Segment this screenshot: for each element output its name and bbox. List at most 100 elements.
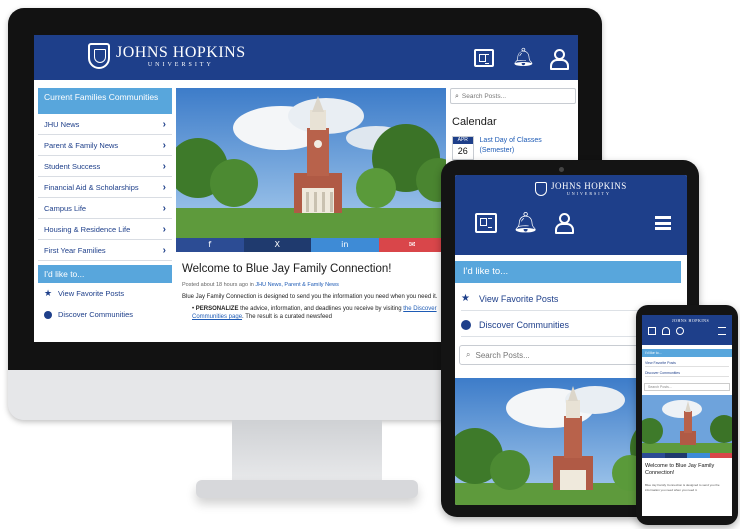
like-to-heading: I'd like to... xyxy=(455,261,681,283)
facebook-share-button[interactable] xyxy=(642,453,665,458)
user-icon[interactable] xyxy=(548,49,569,70)
like-to-heading: I'd like to... xyxy=(642,349,732,357)
like-item-label: View Favorite Posts xyxy=(58,289,125,298)
post-bullet: • PERSONALIZE the advice, information, a… xyxy=(192,306,437,320)
like-to-heading: I'd like to... xyxy=(38,265,172,283)
news-icon[interactable] xyxy=(475,213,497,233)
device-mockup-scene: JOHNS HOPKINS UNIVERSITY 🔔︎ Current Fami… xyxy=(0,0,740,529)
compass-icon xyxy=(44,310,52,319)
campus-clock-tower-image xyxy=(642,395,732,453)
linkedin-share-button[interactable] xyxy=(687,453,710,458)
event-day: 26 xyxy=(457,146,468,156)
post-intro: Blue Jay Family Connection is designed t… xyxy=(645,483,720,492)
main-content: f X in ✉ Welcome to Blue Jay Family Conn… xyxy=(176,88,446,342)
discover-communities-link[interactable]: Discover Communities xyxy=(645,369,729,377)
sidebar-item-student-success[interactable]: Student Success › xyxy=(38,156,172,177)
phone-header: JOHNS HOPKINS xyxy=(642,315,732,345)
search-input[interactable]: Search Posts... xyxy=(644,383,730,391)
post-title[interactable]: Welcome to Blue Jay Family Connection! xyxy=(645,463,729,477)
bullet-bold: PERSONALIZE xyxy=(195,306,239,312)
brand-name: JOHNS HOPKINS xyxy=(551,181,627,191)
chevron-right-icon: › xyxy=(162,118,166,130)
university-logo[interactable]: JOHNS HOPKINS UNIVERSITY xyxy=(88,43,246,69)
search-input[interactable]: ⌕ Search Posts... xyxy=(450,88,576,104)
email-share-button[interactable] xyxy=(709,453,732,458)
sidebar-item-label: Campus Life xyxy=(44,203,87,213)
tablet-header: JOHNS HOPKINS UNIVERSITY 🔔︎ xyxy=(455,175,687,255)
hero-image xyxy=(176,88,446,238)
shield-icon xyxy=(88,43,110,69)
share-bar xyxy=(642,453,732,458)
sidebar-heading: Current Families Communities xyxy=(38,88,172,114)
bell-icon[interactable] xyxy=(662,327,670,335)
email-share-button[interactable]: ✉ xyxy=(378,238,446,252)
like-item-label: Discover Communities xyxy=(58,310,134,319)
chevron-right-icon: › xyxy=(162,139,166,151)
sidebar-item-first-year-families[interactable]: First Year Families › xyxy=(38,240,172,261)
brand-sub: UNIVERSITY xyxy=(566,191,611,196)
twitter-share-button[interactable]: X xyxy=(243,238,311,252)
sidebar-item-label: Parent & Family News xyxy=(44,140,119,150)
sidebar-item-label: First Year Families xyxy=(44,245,106,255)
bell-icon[interactable]: 🔔︎ xyxy=(512,49,535,67)
calendar-event[interactable]: APR 26 Last Day of Classes (Semester) xyxy=(452,136,576,160)
chevron-right-icon: › xyxy=(162,181,166,193)
brand-sub: UNIVERSITY xyxy=(147,61,214,68)
view-favorite-posts-link[interactable]: ★ View Favorite Posts xyxy=(38,283,172,304)
post-category-links[interactable]: JHU News, Parent & Family News xyxy=(255,282,338,288)
sidebar-item-label: Financial Aid & Scholarships xyxy=(44,182,139,192)
site-header: JOHNS HOPKINS UNIVERSITY 🔔︎ xyxy=(34,35,578,80)
sidebar-item-label: Student Success xyxy=(44,161,101,171)
view-favorite-posts-link[interactable]: View Favorite Posts xyxy=(645,359,729,367)
star-icon: ★ xyxy=(461,293,470,304)
event-date-badge: APR 26 xyxy=(452,136,474,160)
post-intro: Blue Jay Family Connection is designed t… xyxy=(182,294,438,300)
tablet-logo[interactable]: JOHNS HOPKINS UNIVERSITY xyxy=(535,181,627,196)
search-placeholder: Search Posts... xyxy=(461,92,506,100)
tablet-camera xyxy=(559,167,564,172)
news-icon[interactable] xyxy=(474,49,494,67)
campus-clock-tower-image xyxy=(176,88,446,238)
post-meta-text: Posted about 18 hours ago in xyxy=(182,282,254,288)
facebook-share-button[interactable]: f xyxy=(176,238,244,252)
chevron-right-icon: › xyxy=(162,223,166,235)
post-meta: Posted about 18 hours ago in JHU News, P… xyxy=(182,282,446,288)
twitter-share-button[interactable] xyxy=(664,453,687,458)
bell-icon[interactable]: 🔔︎ xyxy=(513,212,538,233)
discover-communities-link[interactable]: Discover Communities xyxy=(38,304,172,325)
user-icon[interactable] xyxy=(553,213,575,234)
news-icon[interactable] xyxy=(648,327,656,335)
sidebar: Current Families Communities JHU News › P… xyxy=(38,88,172,342)
share-bar: f X in ✉ xyxy=(176,238,446,252)
hero-image xyxy=(642,395,732,453)
event-title[interactable]: Last Day of Classes (Semester) xyxy=(480,136,576,160)
chevron-right-icon: › xyxy=(162,160,166,172)
search-icon: ⌕ xyxy=(455,91,459,100)
event-month: APR xyxy=(453,137,473,144)
phone-brand[interactable]: JOHNS HOPKINS xyxy=(672,318,709,323)
brand-name: JOHNS HOPKINS xyxy=(116,43,246,61)
sidebar-item-parent-family-news[interactable]: Parent & Family News › xyxy=(38,135,172,156)
imac-stand-base xyxy=(196,480,418,498)
linkedin-share-button[interactable]: in xyxy=(311,238,379,252)
sidebar-item-financial-aid[interactable]: Financial Aid & Scholarships › xyxy=(38,177,172,198)
chevron-right-icon: › xyxy=(162,202,166,214)
sidebar-item-jhu-news[interactable]: JHU News › xyxy=(38,114,172,135)
sidebar-item-label: JHU News xyxy=(44,119,80,129)
bullet-text: the advice, information, and deadlines y… xyxy=(238,306,404,312)
hamburger-menu-icon[interactable] xyxy=(718,327,726,335)
apple-logo-icon xyxy=(292,380,324,414)
phone-screen: JOHNS HOPKINS I'd like to... View Favori… xyxy=(642,315,732,516)
search-icon: ⌕ xyxy=(466,350,471,359)
sidebar-item-label: Housing & Residence Life xyxy=(44,224,131,234)
star-icon: ★ xyxy=(44,288,53,299)
post-title[interactable]: Welcome to Blue Jay Family Connection! xyxy=(182,262,446,276)
bullet-tail: . The result is a curated newsfeed xyxy=(242,314,332,320)
sidebar-item-campus-life[interactable]: Campus Life › xyxy=(38,198,172,219)
imac-stand xyxy=(232,420,382,482)
user-icon[interactable] xyxy=(676,327,684,335)
like-item-label: View Favorite Posts xyxy=(479,293,559,304)
sidebar-item-housing[interactable]: Housing & Residence Life › xyxy=(38,219,172,240)
chevron-right-icon: › xyxy=(162,244,166,256)
hamburger-menu-icon[interactable] xyxy=(655,216,671,230)
